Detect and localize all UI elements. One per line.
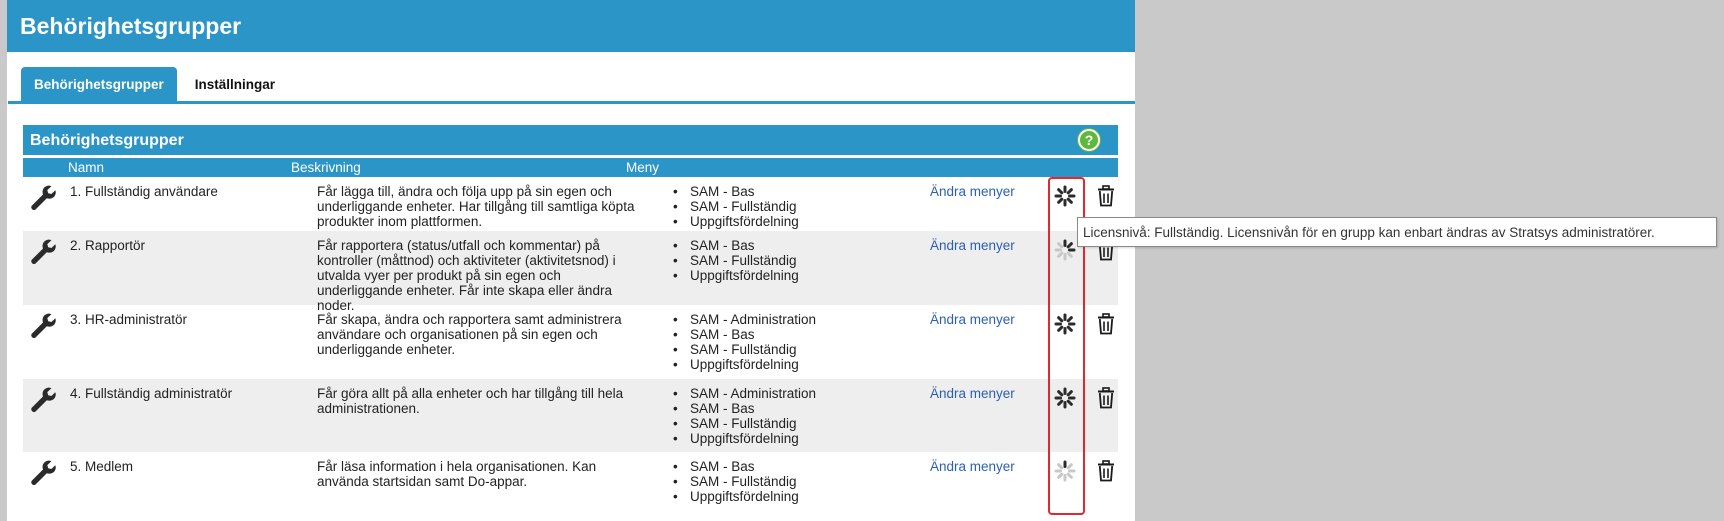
menu-list-item: SAM - Fullständig [673,199,799,214]
table-row: 5. Medlem Får läsa information i hela or… [23,452,1118,521]
group-name: 3. HR-administratör [70,312,188,327]
edit-menus-link[interactable]: Ändra menyer [930,459,1015,474]
tab-settings[interactable]: Inställningar [177,67,288,101]
group-description: Får göra allt på alla enheter och har ti… [317,386,624,416]
wrench-icon[interactable] [29,238,59,264]
table-header: Namn Beskrivning Meny [23,158,1118,177]
group-description: Får skapa, ändra och rapportera samt adm… [317,312,622,357]
help-icon[interactable]: ? [1078,129,1100,151]
delete-icon[interactable] [1096,313,1116,335]
delete-icon[interactable] [1096,185,1116,207]
menu-list-item: Uppgiftsfördelning [673,489,799,504]
table-row: 4. Fullständig administratör Får göra al… [23,379,1118,452]
menu-list-item: SAM - Bas [673,184,799,199]
edit-menus-link[interactable]: Ändra menyer [930,386,1015,401]
page-title: Behörighetsgrupper [7,0,1135,52]
group-menus: SAM - BasSAM - FullständigUppgiftsfördel… [673,238,799,283]
column-header-name: Namn [68,160,105,175]
menu-list-item: SAM - Bas [673,238,799,253]
group-menus: SAM - BasSAM - FullständigUppgiftsfördel… [673,459,799,504]
menu-list-item: SAM - Bas [673,327,816,342]
group-menus: SAM - AdministrationSAM - BasSAM - Fulls… [673,386,816,446]
section-title: Behörighetsgrupper [30,132,184,149]
tab-underline [8,101,1135,104]
column-header-description: Beskrivning [291,160,361,175]
menu-list-item: SAM - Administration [673,312,816,327]
table-row: 3. HR-administratör Får skapa, ändra och… [23,305,1118,379]
group-name: 2. Rapportör [70,238,146,253]
menu-list-item: Uppgiftsfördelning [673,431,816,446]
group-name: 1. Fullständig användare [70,184,218,199]
tab-permission-groups[interactable]: Behörighetsgrupper [21,67,177,101]
menu-list-item: SAM - Bas [673,401,816,416]
group-menus: SAM - AdministrationSAM - BasSAM - Fulls… [673,312,816,372]
menu-list-item: SAM - Fullständig [673,416,816,431]
menu-list-item: SAM - Administration [673,386,816,401]
group-description: Får rapportera (status/utfall och kommen… [317,238,616,313]
group-name: 4. Fullständig administratör [70,386,233,401]
edit-menus-link[interactable]: Ändra menyer [930,238,1015,253]
permission-groups-panel: Behörighetsgrupper Behörighetsgrupper In… [7,0,1135,521]
tab-bar: Behörighetsgrupper Inställningar [21,67,288,101]
column-header-menu: Meny [626,160,660,175]
group-description: Får lägga till, ändra och följa upp på s… [317,184,635,229]
wrench-icon[interactable] [29,312,59,338]
menu-list-item: SAM - Bas [673,459,799,474]
wrench-icon[interactable] [29,386,59,412]
menu-list-item: SAM - Fullständig [673,253,799,268]
table-row: 1. Fullständig användare Får lägga till,… [23,177,1118,231]
menu-list-item: SAM - Fullständig [673,342,816,357]
edit-menus-link[interactable]: Ändra menyer [930,184,1015,199]
menu-list-item: SAM - Fullständig [673,474,799,489]
menu-list-item: Uppgiftsfördelning [673,357,816,372]
menu-list-item: Uppgiftsfördelning [673,268,799,283]
group-menus: SAM - BasSAM - FullständigUppgiftsfördel… [673,184,799,229]
group-name: 5. Medlem [70,459,134,474]
delete-icon[interactable] [1096,460,1116,482]
wrench-icon[interactable] [29,184,59,210]
menu-list-item: Uppgiftsfördelning [673,214,799,229]
edit-menus-link[interactable]: Ändra menyer [930,312,1015,327]
delete-icon[interactable] [1096,387,1116,409]
group-description: Får läsa information i hela organisation… [317,459,597,489]
section-header: Behörighetsgrupper ? [23,125,1118,155]
table-row: 2. Rapportör Får rapportera (status/utfa… [23,231,1118,313]
wrench-icon[interactable] [29,459,59,485]
license-tooltip: Licensnivå: Fullständig. Licensnivån för… [1077,217,1717,247]
